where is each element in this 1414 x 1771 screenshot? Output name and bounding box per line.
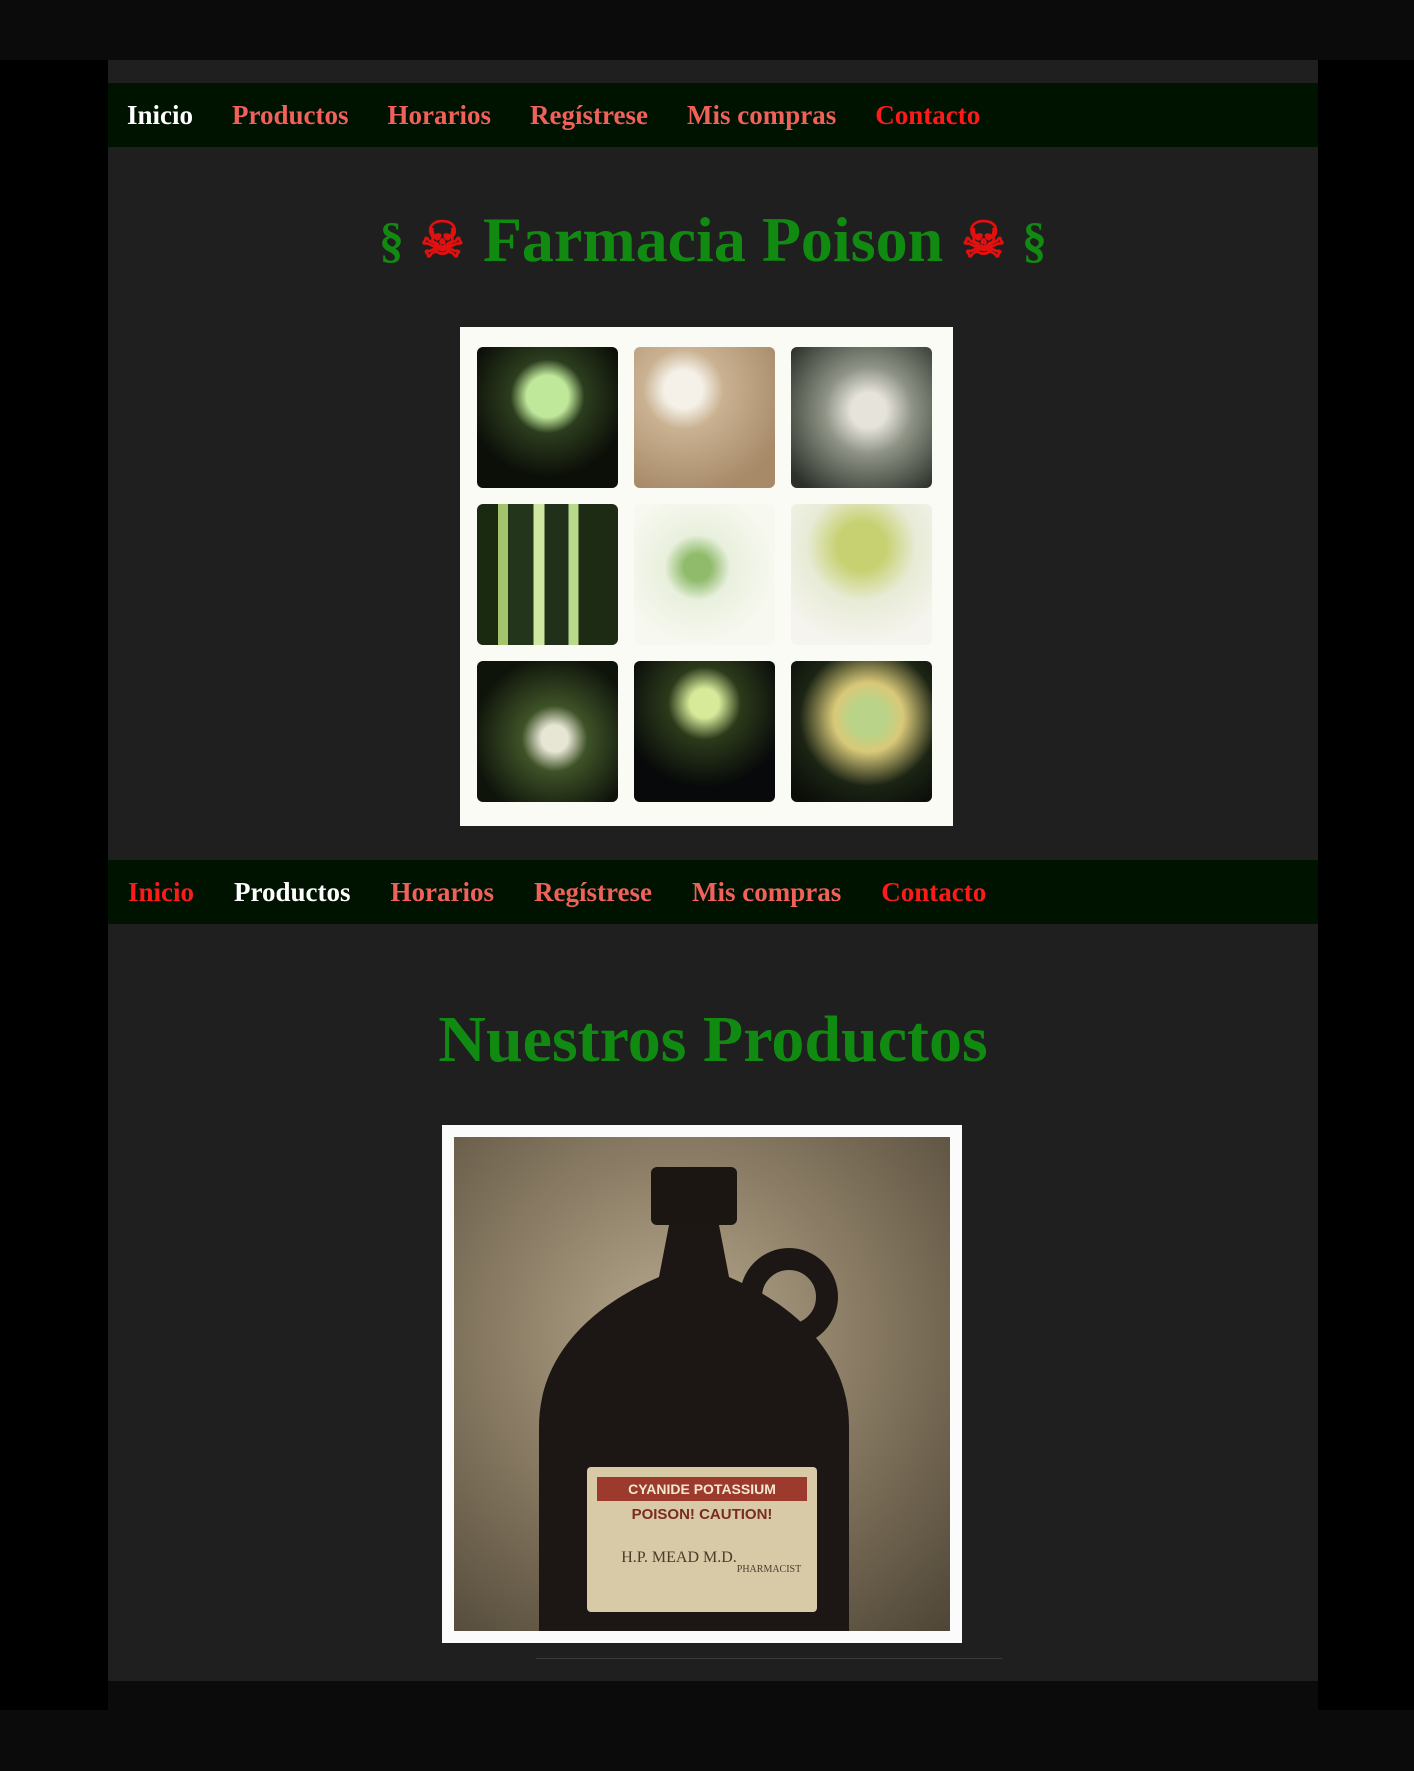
collage-tile bbox=[477, 661, 618, 802]
nav-link-registrese[interactable]: Regístrese bbox=[534, 877, 652, 908]
right-margin bbox=[1318, 60, 1414, 1710]
label-line-1: CYANIDE POTASSIUM bbox=[628, 1481, 776, 1497]
nav-link-contacto[interactable]: Contacto bbox=[881, 877, 986, 908]
pharmacy-collage-image bbox=[460, 327, 953, 826]
collage-tile bbox=[634, 661, 775, 802]
cyanide-bottle-image: CYANIDE POTASSIUM POISON! CAUTION! H.P. … bbox=[454, 1137, 950, 1631]
divider bbox=[536, 1658, 1002, 1659]
skull-crossbones-icon: ☠ bbox=[419, 212, 465, 268]
nav-link-contacto[interactable]: Contacto bbox=[875, 100, 980, 131]
poison-bottle-illustration: CYANIDE POTASSIUM POISON! CAUTION! H.P. … bbox=[539, 1167, 849, 1631]
nav-link-productos[interactable]: Productos bbox=[234, 877, 351, 908]
nav-link-inicio[interactable]: Inicio bbox=[127, 100, 193, 131]
collage-tile bbox=[634, 347, 775, 488]
page-container: Inicio Productos Horarios Regístrese Mis… bbox=[108, 60, 1318, 1681]
caduceus-icon: § bbox=[1022, 212, 1048, 268]
collage-tile bbox=[477, 347, 618, 488]
nav-link-horarios[interactable]: Horarios bbox=[391, 877, 494, 908]
label-line-4: PHARMACIST bbox=[737, 1564, 801, 1575]
site-title: § ☠ Farmacia Poison ☠ § bbox=[108, 190, 1318, 290]
nav-link-registrese[interactable]: Regístrese bbox=[530, 100, 648, 131]
nav-link-horarios[interactable]: Horarios bbox=[388, 100, 491, 131]
site-title-text: Farmacia Poison bbox=[482, 204, 944, 275]
nav-link-mis-compras[interactable]: Mis compras bbox=[692, 877, 841, 908]
caduceus-icon: § bbox=[378, 212, 404, 268]
product-image-frame: CYANIDE POTASSIUM POISON! CAUTION! H.P. … bbox=[442, 1125, 962, 1643]
collage-tile bbox=[477, 504, 618, 645]
collage-tile bbox=[634, 504, 775, 645]
top-nav: Inicio Productos Horarios Regístrese Mis… bbox=[108, 83, 1318, 147]
label-line-2: POISON! CAUTION! bbox=[632, 1506, 773, 1523]
nav-link-mis-compras[interactable]: Mis compras bbox=[687, 100, 836, 131]
nav-link-productos[interactable]: Productos bbox=[232, 100, 349, 131]
products-nav: Inicio Productos Horarios Regístrese Mis… bbox=[108, 860, 1318, 924]
skull-crossbones-icon: ☠ bbox=[961, 212, 1007, 268]
products-heading: Nuestros Productos bbox=[438, 1003, 988, 1076]
collage-tile bbox=[791, 504, 932, 645]
label-line-3: H.P. MEAD M.D. bbox=[621, 1549, 737, 1566]
nav-link-inicio[interactable]: Inicio bbox=[128, 877, 194, 908]
collage-tile bbox=[791, 347, 932, 488]
left-margin bbox=[0, 60, 108, 1710]
collage-tile bbox=[791, 661, 932, 802]
